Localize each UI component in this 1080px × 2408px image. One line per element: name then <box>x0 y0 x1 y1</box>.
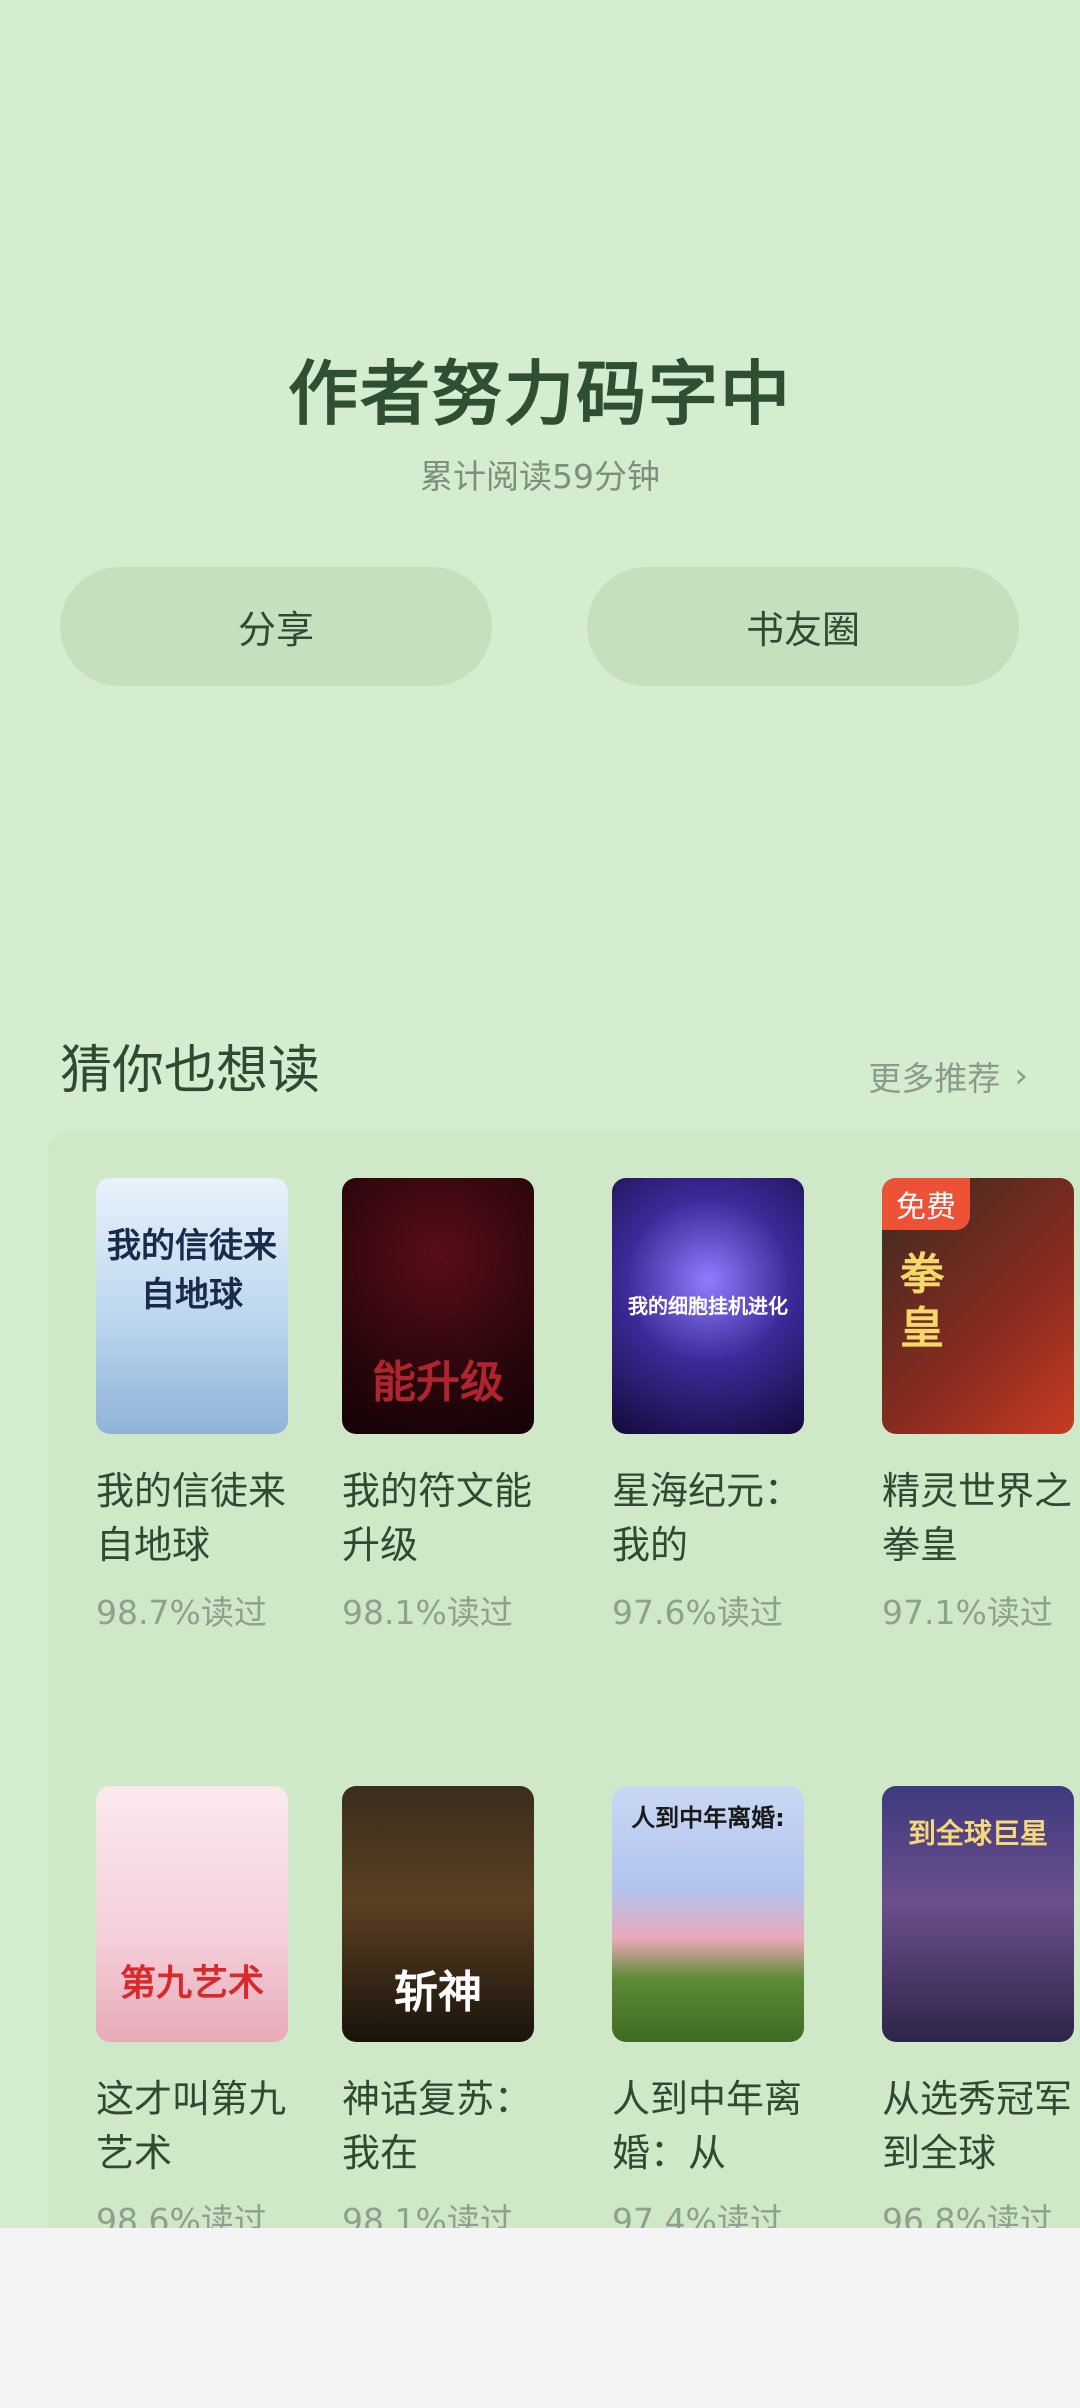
book-card[interactable]: 我的信徒来自地球 我的信徒来自地球 98.7%读过 <box>96 1178 296 1634</box>
book-card[interactable]: 第九艺术 这才叫第九艺术 98.6%读过 <box>96 1786 296 2242</box>
read-percent: 98.7%读过 <box>96 1593 267 1632</box>
book-cover[interactable]: 到全球巨星 <box>882 1786 1074 2042</box>
book-title: 这才叫第九艺术 <box>96 2077 287 2175</box>
reading-time: 累计阅读59分钟 <box>420 457 660 496</box>
book-circle-button[interactable]: 书友圈 <box>587 567 1019 686</box>
book-cover[interactable]: 我的信徒来自地球 <box>96 1178 288 1434</box>
book-cover[interactable]: 斩神 <box>342 1786 534 2042</box>
read-percent: 98.1%读过 <box>342 1593 513 1632</box>
book-card[interactable]: 到全球巨星 从选秀冠军到全球 96.8%读过 <box>882 1786 1080 2242</box>
book-card[interactable]: 能升级 我的符文能升级 98.1%读过 <box>342 1178 542 1634</box>
free-badge: 免费 <box>882 1178 970 1230</box>
book-card[interactable]: 人到中年离婚: 人到中年离婚：从 97.4%读过 <box>612 1786 812 2242</box>
recommend-panel: 我的信徒来自地球 我的信徒来自地球 98.7%读过 能升级 我的符文能升级 98… <box>48 1130 1080 2348</box>
cover-title: 拳皇 <box>900 1249 944 1354</box>
book-card[interactable]: 我的细胞挂机进化 星海纪元：我的 97.6%读过 <box>612 1178 812 1634</box>
book-title: 精灵世界之拳皇 <box>882 1469 1073 1567</box>
book-cover[interactable]: 能升级 <box>342 1178 534 1434</box>
read-percent: 97.1%读过 <box>882 1593 1053 1632</box>
cover-title: 到全球巨星 <box>907 1817 1048 1850</box>
book-title: 人到中年离婚：从 <box>612 2077 803 2175</box>
bottom-bar <box>0 2228 1080 2408</box>
book-title: 神话复苏：我在 <box>342 2077 533 2175</box>
book-cover[interactable]: 我的细胞挂机进化 <box>612 1178 804 1434</box>
book-title: 我的符文能升级 <box>342 1469 533 1567</box>
cover-title: 我的细胞挂机进化 <box>628 1294 788 1318</box>
cover-title: 能升级 <box>372 1357 504 1408</box>
book-cover[interactable]: 人到中年离婚: <box>612 1786 804 2042</box>
recommend-section-title: 猜你也想读 <box>60 1041 321 1101</box>
cover-title: 人到中年离婚: <box>631 1804 785 1832</box>
more-recommend-link[interactable]: 更多推荐 › <box>868 1052 1028 1100</box>
page-title: 作者努力码字中 <box>288 353 792 435</box>
book-card[interactable]: 免费 拳皇 精灵世界之拳皇 97.1%读过 <box>882 1178 1080 1634</box>
book-title: 我的信徒来自地球 <box>96 1469 287 1567</box>
book-cover[interactable]: 第九艺术 <box>96 1786 288 2042</box>
chevron-right-icon: › <box>1014 1056 1028 1096</box>
share-button[interactable]: 分享 <box>60 567 492 686</box>
book-title: 从选秀冠军到全球 <box>882 2077 1073 2175</box>
more-recommend-label: 更多推荐 <box>868 1059 1001 1098</box>
book-cover[interactable]: 免费 拳皇 <box>882 1178 1074 1434</box>
cover-title: 斩神 <box>394 1967 482 2018</box>
cover-title: 第九艺术 <box>119 1963 264 2004</box>
book-title: 星海纪元：我的 <box>612 1469 803 1567</box>
book-card[interactable]: 斩神 神话复苏：我在 98.1%读过 <box>342 1786 542 2242</box>
cover-title: 我的信徒来自地球 <box>107 1226 277 1315</box>
read-percent: 97.6%读过 <box>612 1593 783 1632</box>
